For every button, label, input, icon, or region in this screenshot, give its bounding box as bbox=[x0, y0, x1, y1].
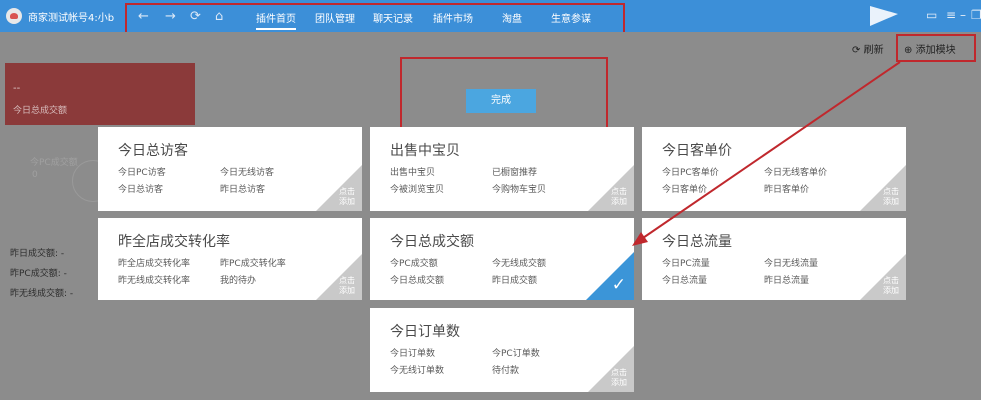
tab-business-advisor[interactable]: 生意参谋 bbox=[551, 10, 591, 25]
card-item: 今日PC客单价 bbox=[662, 168, 719, 178]
tab-plugin-home[interactable]: 插件首页 bbox=[256, 10, 296, 30]
refresh-button[interactable]: ⟳ 刷新 bbox=[852, 41, 884, 56]
module-card-items-on-sale[interactable]: 出售中宝贝 出售中宝贝 已橱窗推荐 今被浏览宝贝 今购物车宝贝 点击添加 bbox=[370, 127, 634, 211]
plus-circle-icon: ⊕ bbox=[904, 45, 913, 56]
card-item: 今日无线客单价 bbox=[764, 168, 828, 178]
restore-icon[interactable]: ❐ bbox=[971, 8, 981, 22]
tab-chat-records[interactable]: 聊天记录 bbox=[373, 10, 413, 25]
home-icon[interactable]: ⌂ bbox=[215, 9, 223, 25]
refresh-icon: ⟳ bbox=[852, 45, 861, 56]
card-item: 昨日总流量 bbox=[764, 276, 810, 286]
card-item: 今被浏览宝贝 bbox=[390, 185, 445, 195]
module-card-total-traffic[interactable]: 今日总流量 今日PC流量 今日无线流量 今日总流量 昨日总流量 点击添加 bbox=[642, 218, 906, 300]
card-item: 昨全店成交转化率 bbox=[118, 259, 191, 269]
add-corner-label: 点击添加 bbox=[339, 276, 355, 295]
card-item: 今PC订单数 bbox=[492, 349, 540, 359]
yesterday-pc-sales-row: 昨PC成交额: - bbox=[10, 269, 67, 279]
total-sales-panel: -- 今日总成交额 bbox=[5, 63, 195, 125]
selected-corner[interactable] bbox=[586, 252, 634, 300]
done-button[interactable]: 完成 bbox=[466, 89, 536, 113]
module-card-total-visitors[interactable]: 今日总访客 今日PC访客 今日无线访客 今日总访客 昨日总访客 点击添加 bbox=[98, 127, 362, 211]
reload-icon[interactable]: ⟳ bbox=[190, 9, 201, 25]
back-arrow-icon[interactable]: ← bbox=[138, 9, 149, 25]
yesterday-sales-row: 昨日成交额: - bbox=[10, 249, 65, 259]
account-name: 商家测试帐号4:小b bbox=[28, 13, 115, 24]
card-item: 今日订单数 bbox=[390, 349, 436, 359]
module-card-conversion-rate[interactable]: 昨全店成交转化率 昨全店成交转化率 昨PC成交转化率 昨无线成交转化率 我的待办… bbox=[98, 218, 362, 300]
card-item: 待付款 bbox=[492, 366, 520, 376]
card-item: 今购物车宝贝 bbox=[492, 185, 547, 195]
card-item: 今无线成交额 bbox=[492, 259, 547, 269]
pc-sales-ghost-label: 今PC成交额 bbox=[30, 158, 78, 168]
menu-icon[interactable]: ≡ bbox=[946, 8, 956, 22]
card-title: 今日客单价 bbox=[662, 143, 732, 159]
card-item: 今日总访客 bbox=[118, 185, 164, 195]
card-item: 今日无线流量 bbox=[764, 259, 819, 269]
card-item: 今日总成交额 bbox=[390, 276, 445, 286]
card-title: 出售中宝贝 bbox=[390, 143, 460, 159]
tab-taopan[interactable]: 淘盘 bbox=[502, 10, 522, 25]
checkmark-icon: ✓ bbox=[611, 275, 626, 295]
card-item: 昨日总访客 bbox=[220, 185, 266, 195]
card-item: 今日总流量 bbox=[662, 276, 708, 286]
module-card-avg-order-value[interactable]: 今日客单价 今日PC客单价 今日无线客单价 今日客单价 昨日客单价 点击添加 bbox=[642, 127, 906, 211]
yesterday-mobile-sales-row: 昨无线成交额: - bbox=[10, 289, 74, 299]
tab-team-management[interactable]: 团队管理 bbox=[315, 10, 355, 25]
module-card-order-count[interactable]: 今日订单数 今日订单数 今PC订单数 今无线订单数 待付款 点击添加 bbox=[370, 308, 634, 392]
card-item: 今日无线访客 bbox=[220, 168, 275, 178]
add-corner-label: 点击添加 bbox=[883, 187, 899, 206]
minimize-icon[interactable]: – bbox=[960, 8, 966, 22]
add-corner-label: 点击添加 bbox=[339, 187, 355, 206]
pc-sales-ghost-value: 0 bbox=[32, 170, 38, 180]
card-title: 昨全店成交转化率 bbox=[118, 234, 230, 250]
add-block-button[interactable]: ⊕ 添加模块 bbox=[904, 41, 956, 56]
card-item: 今无线订单数 bbox=[390, 366, 445, 376]
tab-plugin-market[interactable]: 插件市场 bbox=[433, 10, 473, 25]
message-icon[interactable]: ▭ bbox=[926, 8, 937, 22]
card-item: 已橱窗推荐 bbox=[492, 168, 538, 178]
card-item: 出售中宝贝 bbox=[390, 168, 436, 178]
app-logo-icon bbox=[6, 8, 22, 24]
card-item: 昨无线成交转化率 bbox=[118, 276, 191, 286]
card-title: 今日总成交额 bbox=[390, 234, 474, 250]
card-title: 今日总访客 bbox=[118, 143, 188, 159]
forward-arrow-icon[interactable]: → bbox=[165, 9, 176, 25]
paper-plane-icon bbox=[870, 6, 898, 26]
total-sales-label: 今日总成交额 bbox=[13, 106, 68, 116]
add-corner-label: 点击添加 bbox=[611, 368, 627, 387]
card-item: 今日PC流量 bbox=[662, 259, 710, 269]
card-item: 昨日成交额 bbox=[492, 276, 538, 286]
card-item: 今日客单价 bbox=[662, 185, 708, 195]
module-card-total-sales-selected[interactable]: 今日总成交额 今PC成交额 今无线成交额 今日总成交额 昨日成交额 ✓ bbox=[370, 218, 634, 300]
card-title: 今日总流量 bbox=[662, 234, 732, 250]
card-item: 今PC成交额 bbox=[390, 259, 438, 269]
card-item: 我的待办 bbox=[220, 276, 257, 286]
card-item: 昨PC成交转化率 bbox=[220, 259, 286, 269]
add-corner-label: 点击添加 bbox=[611, 187, 627, 206]
card-item: 今日PC访客 bbox=[118, 168, 166, 178]
add-corner-label: 点击添加 bbox=[883, 276, 899, 295]
card-item: 昨日客单价 bbox=[764, 185, 810, 195]
card-title: 今日订单数 bbox=[390, 324, 460, 340]
total-sales-value: -- bbox=[13, 83, 21, 94]
